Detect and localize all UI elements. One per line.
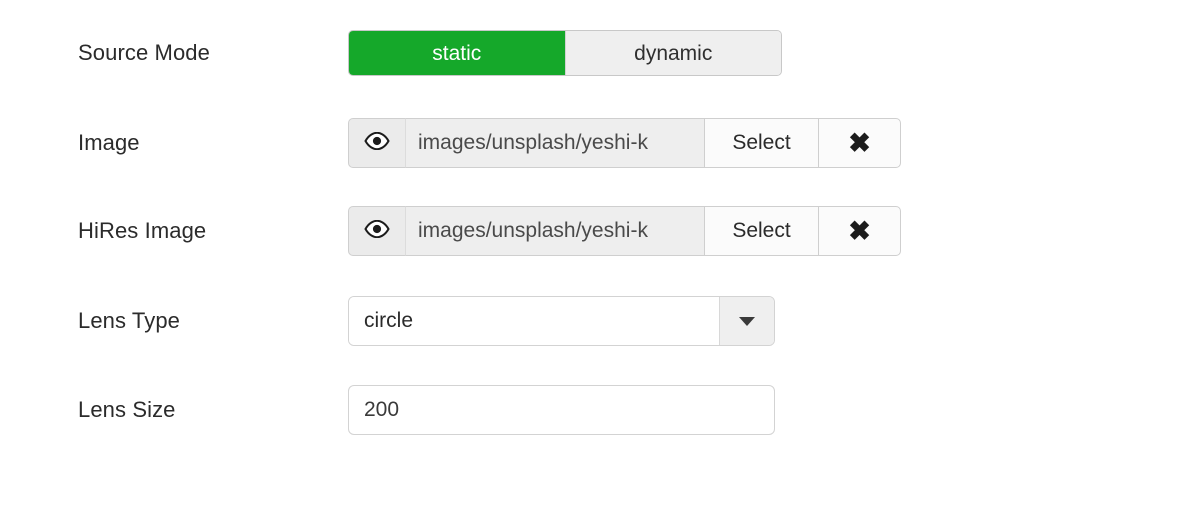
- control-image: images/unsplash/yeshi-k Select ✖: [348, 118, 1200, 168]
- control-lens-type: circle: [348, 296, 1200, 346]
- eye-icon: [364, 131, 390, 155]
- image-file-picker: images/unsplash/yeshi-k Select ✖: [348, 118, 901, 168]
- control-hires-image: images/unsplash/yeshi-k Select ✖: [348, 206, 1200, 256]
- image-select-button[interactable]: Select: [704, 118, 818, 168]
- close-icon: ✖: [848, 215, 871, 246]
- form-row-hires-image: HiRes Image images/unsplash/yeshi-k Sele…: [0, 206, 1200, 256]
- form-row-source-mode: Source Mode static dynamic: [0, 30, 1200, 76]
- lens-size-input[interactable]: 200: [348, 385, 775, 435]
- label-hires-image: HiRes Image: [78, 218, 207, 243]
- eye-icon: [364, 219, 390, 243]
- image-path-input[interactable]: images/unsplash/yeshi-k: [405, 118, 704, 168]
- lens-type-dropdown[interactable]: circle: [348, 296, 775, 346]
- control-lens-size: 200: [348, 385, 1200, 435]
- segment-dynamic[interactable]: dynamic: [564, 31, 781, 75]
- settings-form: Source Mode static dynamic Image images/…: [0, 0, 1200, 525]
- form-row-lens-type: Lens Type circle: [0, 296, 1200, 346]
- hires-image-path-input[interactable]: images/unsplash/yeshi-k: [405, 206, 704, 256]
- chevron-down-icon: [739, 316, 755, 326]
- close-icon: ✖: [848, 127, 871, 158]
- label-image: Image: [78, 130, 140, 155]
- image-preview-button[interactable]: [348, 118, 405, 168]
- hires-image-select-button[interactable]: Select: [704, 206, 818, 256]
- lens-type-dropdown-toggle[interactable]: [719, 297, 774, 345]
- hires-image-preview-button[interactable]: [348, 206, 405, 256]
- hires-image-file-picker: images/unsplash/yeshi-k Select ✖: [348, 206, 901, 256]
- hires-image-clear-button[interactable]: ✖: [818, 206, 901, 256]
- source-mode-segmented-control[interactable]: static dynamic: [348, 30, 782, 76]
- control-source-mode: static dynamic: [348, 30, 1200, 76]
- label-lens-type: Lens Type: [78, 308, 181, 333]
- lens-type-selected-value[interactable]: circle: [349, 297, 719, 345]
- form-row-image: Image images/unsplash/yeshi-k Select ✖: [0, 118, 1200, 168]
- label-lens-size: Lens Size: [78, 397, 176, 422]
- label-source-mode: Source Mode: [78, 40, 210, 65]
- image-clear-button[interactable]: ✖: [818, 118, 901, 168]
- form-row-lens-size: Lens Size 200: [0, 385, 1200, 435]
- segment-static[interactable]: static: [349, 31, 565, 75]
